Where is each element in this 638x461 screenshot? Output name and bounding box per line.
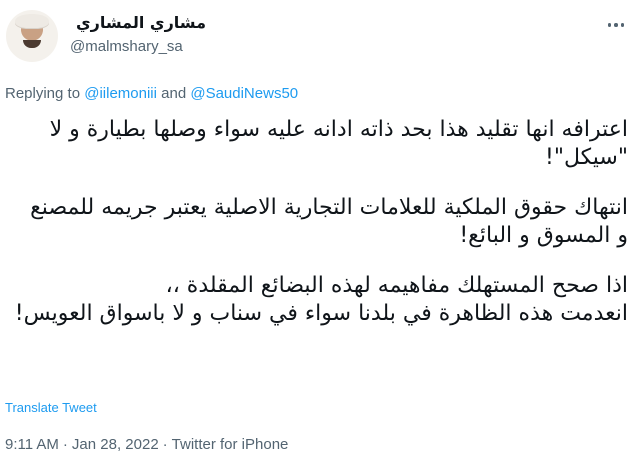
meta-separator: · (62, 436, 68, 453)
translate-tweet-link[interactable]: Translate Tweet (5, 400, 97, 416)
avatar[interactable] (6, 10, 58, 62)
tweet-meta: 9:11 AM · Jan 28, 2022 · Twitter for iPhone (5, 435, 288, 455)
replying-to-label: Replying to (5, 85, 85, 102)
tweet-text: اعترافه انها تقليد هذا بحد ذاته ادانه عل… (13, 116, 628, 328)
meta-separator-2: · (162, 436, 168, 453)
tweet-paragraph-3: اذا صحح المستهلك مفاهيمه لهذه البضائع ال… (13, 272, 628, 328)
tweet-time[interactable]: 9:11 AM (5, 436, 59, 453)
author-handle[interactable]: @malmshary_sa (70, 37, 183, 57)
more-options-icon[interactable] (603, 15, 629, 35)
author-display-name[interactable]: مشاري المشاري (66, 13, 206, 33)
reply-mention-iilemoniii[interactable]: @iilemoniii (84, 85, 157, 102)
tweet-date[interactable]: Jan 28, 2022 (72, 436, 159, 453)
replying-to: Replying to @iilemoniii and @SaudiNews50 (5, 84, 298, 104)
tweet-paragraph-3-line-2: انعدمت هذه الظاهرة في بلدنا سواء في سناب… (14, 301, 628, 326)
replying-conjunction: and (156, 85, 191, 102)
tweet-paragraph-2: انتهاك حقوق الملكية للعلامات التجارية ال… (30, 195, 628, 248)
reply-mention-saudinews50[interactable]: @SaudiNews50 (190, 85, 298, 102)
tweet-source: Twitter for iPhone (171, 436, 289, 453)
tweet-paragraph-1: اعترافه انها تقليد هذا بحد ذاته ادانه عل… (49, 117, 628, 170)
tweet-paragraph-3-line-1: اذا صحح المستهلك مفاهيمه لهذه البضائع ال… (165, 273, 628, 298)
